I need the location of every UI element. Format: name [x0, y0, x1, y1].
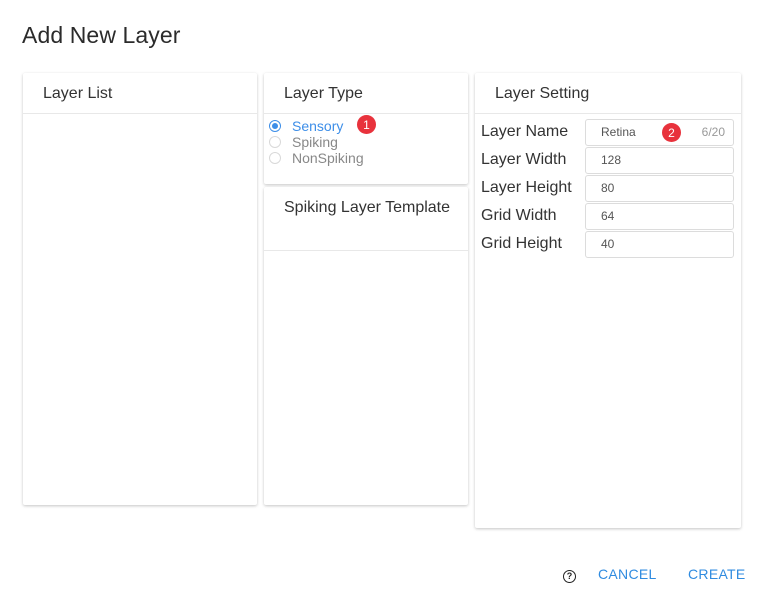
- layer-name-value: Retina: [601, 124, 636, 139]
- layer-type-header: Layer Type: [264, 73, 468, 114]
- setting-row-grid-width: Grid Width 64: [481, 202, 735, 230]
- dialog-title: Add New Layer: [22, 22, 181, 48]
- setting-row-layer-name: Layer Name Retina 6/20: [481, 118, 735, 146]
- radio-option-nonspiking[interactable]: NonSpiking: [269, 150, 468, 166]
- cancel-button[interactable]: CANCEL: [598, 566, 657, 582]
- layer-height-value: 80: [601, 180, 615, 195]
- layer-name-input[interactable]: Retina 6/20: [585, 118, 734, 146]
- layer-list-header: Layer List: [23, 73, 257, 114]
- grid-height-input[interactable]: 40: [585, 230, 734, 258]
- layer-list-panel: Layer List: [23, 73, 257, 505]
- layer-height-input[interactable]: 80: [585, 174, 734, 202]
- layer-height-label: Layer Height: [481, 179, 572, 196]
- spiking-layer-template-panel: Spiking Layer Template: [264, 187, 468, 505]
- grid-width-value: 64: [601, 208, 615, 223]
- create-button[interactable]: CREATE: [688, 566, 746, 582]
- step-badge-1: 1: [357, 115, 376, 134]
- spiking-template-header: Spiking Layer Template: [264, 187, 468, 251]
- question-circle-icon[interactable]: ?: [563, 570, 576, 583]
- setting-row-layer-width: Layer Width 128: [481, 146, 735, 174]
- step-badge-2: 2: [662, 123, 681, 142]
- layer-width-input[interactable]: 128: [585, 146, 734, 174]
- radio-unchecked-icon[interactable]: [269, 136, 281, 148]
- layer-name-label: Layer Name: [481, 123, 569, 140]
- radio-unchecked-icon[interactable]: [269, 152, 281, 164]
- radio-label-nonspiking: NonSpiking: [292, 150, 364, 166]
- radio-label-spiking: Spiking: [292, 134, 338, 150]
- char-counter: 6/20: [701, 124, 725, 139]
- grid-height-value: 40: [601, 236, 615, 251]
- layer-width-label: Layer Width: [481, 151, 567, 168]
- grid-width-label: Grid Width: [481, 207, 557, 224]
- layer-setting-panel: Layer Setting Layer Name Retina 6/20 Lay…: [475, 73, 741, 528]
- radio-checked-icon[interactable]: [269, 120, 281, 132]
- setting-row-layer-height: Layer Height 80: [481, 174, 735, 202]
- radio-option-spiking[interactable]: Spiking: [269, 134, 468, 150]
- setting-row-grid-height: Grid Height 40: [481, 230, 735, 258]
- radio-label-sensory: Sensory: [292, 118, 344, 134]
- grid-width-input[interactable]: 64: [585, 202, 734, 230]
- grid-height-label: Grid Height: [481, 235, 562, 252]
- layer-setting-header: Layer Setting: [475, 73, 741, 114]
- layer-width-value: 128: [601, 152, 622, 167]
